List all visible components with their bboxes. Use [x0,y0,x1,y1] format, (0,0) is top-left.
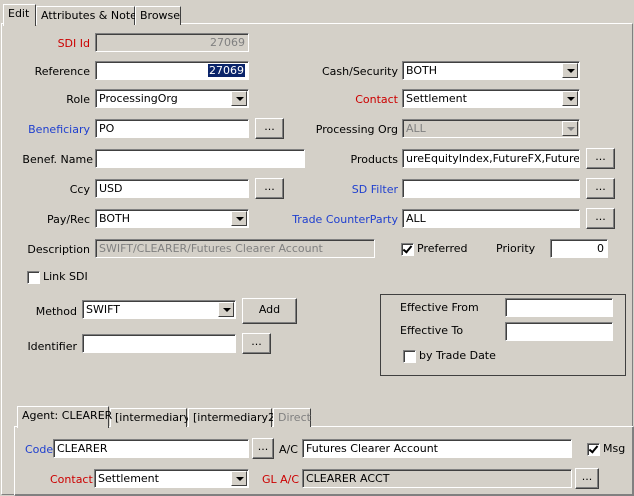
tab-intermediary[interactable]: [intermediary] [110,408,194,427]
trade-counterparty-browse-button[interactable]: ... [586,208,615,229]
gl-ac-field: CLEARER ACCT [302,469,572,488]
processing-org-select: ALL [402,119,580,138]
reference-value: 27069 [208,64,245,77]
products-input[interactable]: ureEquityIndex,FutureFX,FutureMM [402,149,580,168]
processing-org-value: ALL [406,122,426,135]
tab-direct: Direct [273,408,311,427]
preferred-checkbox[interactable] [401,243,414,256]
chevron-down-icon[interactable] [231,91,247,106]
agent-contact-select[interactable]: Settlement [94,469,249,488]
tab-edit[interactable]: Edit [3,4,36,26]
sdi-id-field: 27069 [95,33,249,52]
agent-code-label[interactable]: Code [25,443,53,457]
beneficiary-browse-button[interactable]: ... [255,118,284,139]
agent-contact-value: Settlement [98,472,159,485]
agent-code-browse-button[interactable]: ... [252,438,274,459]
chevron-down-icon [562,121,578,136]
contact-label: Contact [355,93,398,106]
pay-rec-label: Pay/Rec [46,213,90,226]
reference-input[interactable]: 27069 [95,61,249,80]
ccy-label: Ccy [69,183,90,196]
identifier-label: Identifier [27,340,77,353]
contact-value: Settlement [406,92,467,105]
role-select[interactable]: ProcessingOrg [95,89,249,108]
benef-name-input[interactable] [95,149,305,168]
agent-ac-input[interactable]: Futures Clearer Account [302,439,572,458]
beneficiary-input[interactable]: PO [95,119,249,138]
link-sdi-checkbox[interactable] [27,271,40,284]
pay-rec-select[interactable]: BOTH [95,209,249,228]
description-field: SWIFT/CLEARER/Futures Clearer Account [95,239,375,258]
agent-ac-label: A/C [279,443,298,456]
ccy-browse-button[interactable]: ... [255,178,284,199]
chevron-down-icon[interactable] [562,91,578,106]
method-value: SWIFT [86,303,120,316]
priority-input[interactable]: 0 [550,239,608,258]
description-label: Description [27,243,90,256]
method-label: Method [35,305,77,318]
chevron-down-icon[interactable] [231,471,247,486]
tab-browse[interactable]: Browse [135,6,181,25]
pay-rec-value: BOTH [99,212,131,225]
products-label: Products [350,153,399,166]
effective-to-input[interactable] [505,322,613,341]
trade-counterparty-input[interactable]: ALL [402,209,580,228]
role-label: Role [66,93,90,106]
effective-from-input[interactable] [505,298,613,317]
preferred-label: Preferred [417,242,468,255]
chevron-down-icon[interactable] [231,211,247,226]
trade-counterparty-label[interactable]: Trade CounterParty [290,213,398,227]
priority-label: Priority [496,242,536,255]
chevron-down-icon[interactable] [218,302,234,317]
gl-ac-browse-button[interactable]: ... [575,468,599,489]
gl-ac-label: GL A/C [262,473,300,486]
processing-org-label: Processing Org [315,123,398,136]
identifier-browse-button[interactable]: ... [242,333,271,354]
link-sdi-label: Link SDI [43,270,88,283]
ccy-input[interactable]: USD [95,179,249,198]
tab-agent-clearer[interactable]: Agent: CLEARER [17,406,112,428]
contact-select[interactable]: Settlement [402,89,580,108]
cash-security-label: Cash/Security [321,65,398,78]
add-button[interactable]: Add [242,298,297,324]
role-value: ProcessingOrg [99,92,178,105]
identifier-input[interactable] [82,334,236,353]
cash-security-select[interactable]: BOTH [402,61,580,80]
beneficiary-label[interactable]: Beneficiary [20,123,90,137]
benef-name-label: Benef. Name [22,153,93,166]
cash-security-value: BOTH [406,64,438,77]
effective-to-label: Effective To [400,324,464,337]
sd-filter-browse-button[interactable]: ... [586,178,615,199]
reference-label: Reference [34,65,90,78]
effective-from-label: Effective From [400,301,479,314]
tab-attributes-notes[interactable]: Attributes & Notes [36,6,143,25]
sd-filter-label[interactable]: SD Filter [300,183,398,197]
msg-checkbox[interactable] [587,443,600,456]
agent-contact-label: Contact [50,473,93,486]
by-trade-date-label: by Trade Date [419,349,496,362]
msg-label: Msg [603,442,626,455]
sdi-id-label: SDI Id [57,37,90,50]
method-select[interactable]: SWIFT [82,300,236,319]
agent-code-input[interactable]: CLEARER [53,439,249,458]
by-trade-date-checkbox[interactable] [403,350,416,363]
tab-intermediary2[interactable]: [intermediary2] [188,408,279,427]
products-browse-button[interactable]: ... [586,148,615,169]
sd-filter-input[interactable] [402,179,580,198]
chevron-down-icon[interactable] [562,63,578,78]
